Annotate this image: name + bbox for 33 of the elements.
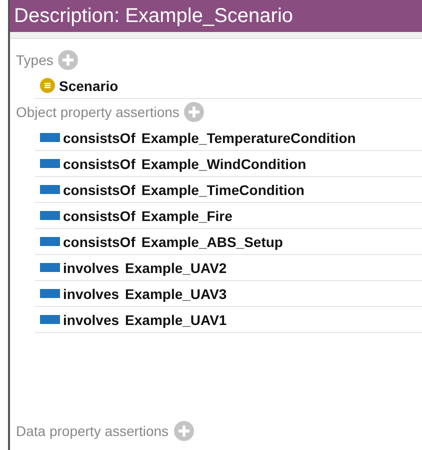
property-icon: [40, 315, 60, 324]
property-icon: [40, 289, 60, 298]
individual-name[interactable]: Example_TimeCondition: [141, 182, 304, 198]
add-icon[interactable]: [174, 421, 194, 441]
individual-name[interactable]: Example_UAV2: [125, 260, 227, 276]
property-icon: [40, 263, 60, 272]
individual-name[interactable]: Example_UAV1: [125, 312, 227, 328]
property-icon: [40, 211, 60, 220]
property-name[interactable]: consistsOf: [63, 156, 136, 172]
property-name[interactable]: involves: [63, 286, 120, 302]
section-label: Types: [16, 52, 54, 68]
property-icon: [40, 133, 60, 142]
add-icon[interactable]: [184, 102, 204, 122]
property-name[interactable]: involves: [63, 260, 120, 276]
individual-name[interactable]: Example_ABS_Setup: [141, 234, 283, 250]
class-icon: [40, 78, 55, 93]
class-name[interactable]: Scenario: [59, 78, 118, 94]
individual-name[interactable]: Example_Fire: [141, 208, 232, 224]
property-name[interactable]: consistsOf: [63, 182, 136, 198]
property-name[interactable]: involves: [63, 312, 120, 328]
property-icon: [40, 159, 60, 168]
section-label: Object property assertions: [16, 104, 180, 120]
property-icon: [40, 185, 60, 194]
window-title: Description: Example_Scenario: [10, 0, 422, 32]
property-name[interactable]: consistsOf: [63, 234, 136, 250]
individual-name[interactable]: Example_UAV3: [125, 286, 227, 302]
individual-name[interactable]: Example_TemperatureCondition: [141, 130, 356, 146]
property-name[interactable]: consistsOf: [63, 130, 136, 146]
individual-name[interactable]: Example_WindCondition: [141, 156, 306, 172]
property-name[interactable]: consistsOf: [63, 208, 136, 224]
property-icon: [40, 237, 60, 246]
section-label: Data property assertions: [16, 423, 169, 439]
add-icon[interactable]: [58, 50, 78, 70]
